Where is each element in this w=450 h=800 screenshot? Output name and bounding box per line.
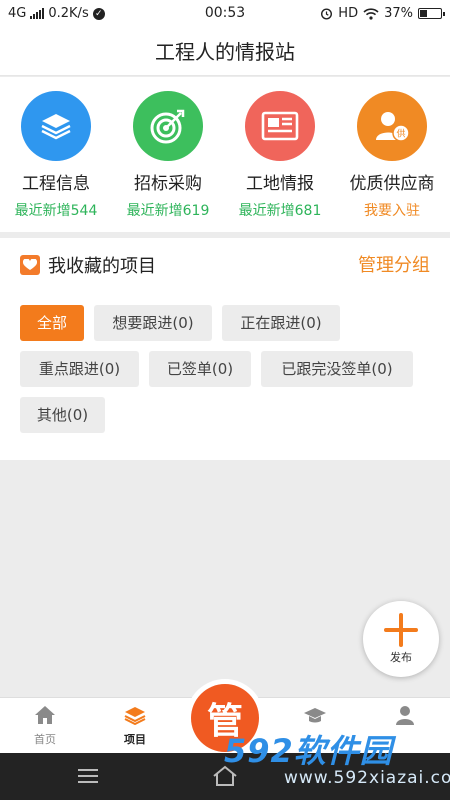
filter-chip-key-follow[interactable]: 重点跟进(0) — [20, 351, 139, 387]
favorites-header: 我收藏的项目 管理分组 — [0, 238, 450, 288]
category-count: 我要入驻 — [364, 203, 420, 219]
heart-icon — [20, 255, 40, 275]
watermark-logo: 592软件园 — [224, 732, 393, 770]
category-site-intel[interactable]: 工地情报 最近新增681 — [224, 91, 336, 220]
category-bidding[interactable]: 招标采购 最近新增619 — [112, 91, 224, 220]
tab-label: 项目 — [124, 733, 146, 746]
category-name: 优质供应商 — [349, 174, 435, 194]
target-icon — [150, 109, 185, 144]
filter-chip-signed[interactable]: 已签单(0) — [149, 351, 251, 387]
tab-projects[interactable]: 项目 — [90, 704, 180, 747]
favorites-panel: 我收藏的项目 管理分组 全部 想要跟进(0) 正在跟进(0) 重点跟进(0) 已… — [0, 238, 450, 460]
battery-percent: 37% — [384, 6, 413, 21]
alarm-icon — [321, 8, 333, 20]
battery-fill — [420, 10, 427, 17]
manage-groups-button[interactable]: 管理分组 — [358, 251, 430, 277]
category-icon-circle — [21, 91, 91, 161]
page-title: 工程人的情报站 — [0, 28, 450, 76]
category-count: 最近新增544 — [14, 203, 98, 219]
status-bar: 4G 0.2K/s ✓ 00:53 HD 37% — [0, 0, 450, 28]
hd-label: HD — [338, 6, 359, 21]
layers-icon — [90, 704, 180, 726]
filter-chip-want-follow[interactable]: 想要跟进(0) — [94, 305, 212, 341]
category-panel: 工程信息 最近新增544 招标采购 最近新增619 工地情报 最近新增681 供… — [0, 77, 450, 232]
layers-icon — [41, 114, 71, 140]
supplier-icon: 供 — [376, 112, 410, 142]
menu-icon[interactable] — [78, 769, 98, 783]
status-right: HD 37% — [320, 6, 445, 21]
wifi-icon — [363, 7, 379, 20]
watermark: 592软件园 www.592xiazai.com — [222, 722, 450, 792]
filter-chip-other[interactable]: 其他(0) — [20, 397, 105, 433]
publish-label: 发布 — [390, 651, 412, 664]
category-count: 最近新增619 — [126, 203, 210, 219]
favorites-title: 我收藏的项目 — [20, 252, 156, 278]
category-icon-circle — [133, 91, 203, 161]
tab-home[interactable]: 首页 — [0, 704, 90, 747]
filter-chip-all[interactable]: 全部 — [20, 305, 84, 341]
category-name: 工地情报 — [246, 174, 314, 194]
category-count: 最近新增681 — [238, 203, 322, 219]
battery-icon — [418, 8, 445, 19]
tab-label: 首页 — [34, 733, 56, 746]
category-engineering-info[interactable]: 工程信息 最近新增544 — [0, 91, 112, 220]
category-icon-circle: 供 — [357, 91, 427, 161]
filter-chip-not-signed[interactable]: 已跟完没签单(0) — [261, 351, 413, 387]
filter-chip-following[interactable]: 正在跟进(0) — [222, 305, 340, 341]
category-icon-circle — [245, 91, 315, 161]
category-name: 招标采购 — [134, 174, 202, 194]
svg-text:供: 供 — [396, 128, 405, 140]
watermark-url: www.592xiazai.com — [284, 768, 450, 788]
category-supplier[interactable]: 供 优质供应商 我要入驻 — [336, 91, 448, 220]
publish-fab[interactable]: 发布 — [363, 601, 439, 677]
plus-icon — [384, 613, 418, 647]
home-icon — [0, 704, 90, 726]
category-name: 工程信息 — [22, 174, 90, 194]
favorites-title-text: 我收藏的项目 — [48, 256, 156, 277]
newspaper-icon — [261, 111, 299, 141]
